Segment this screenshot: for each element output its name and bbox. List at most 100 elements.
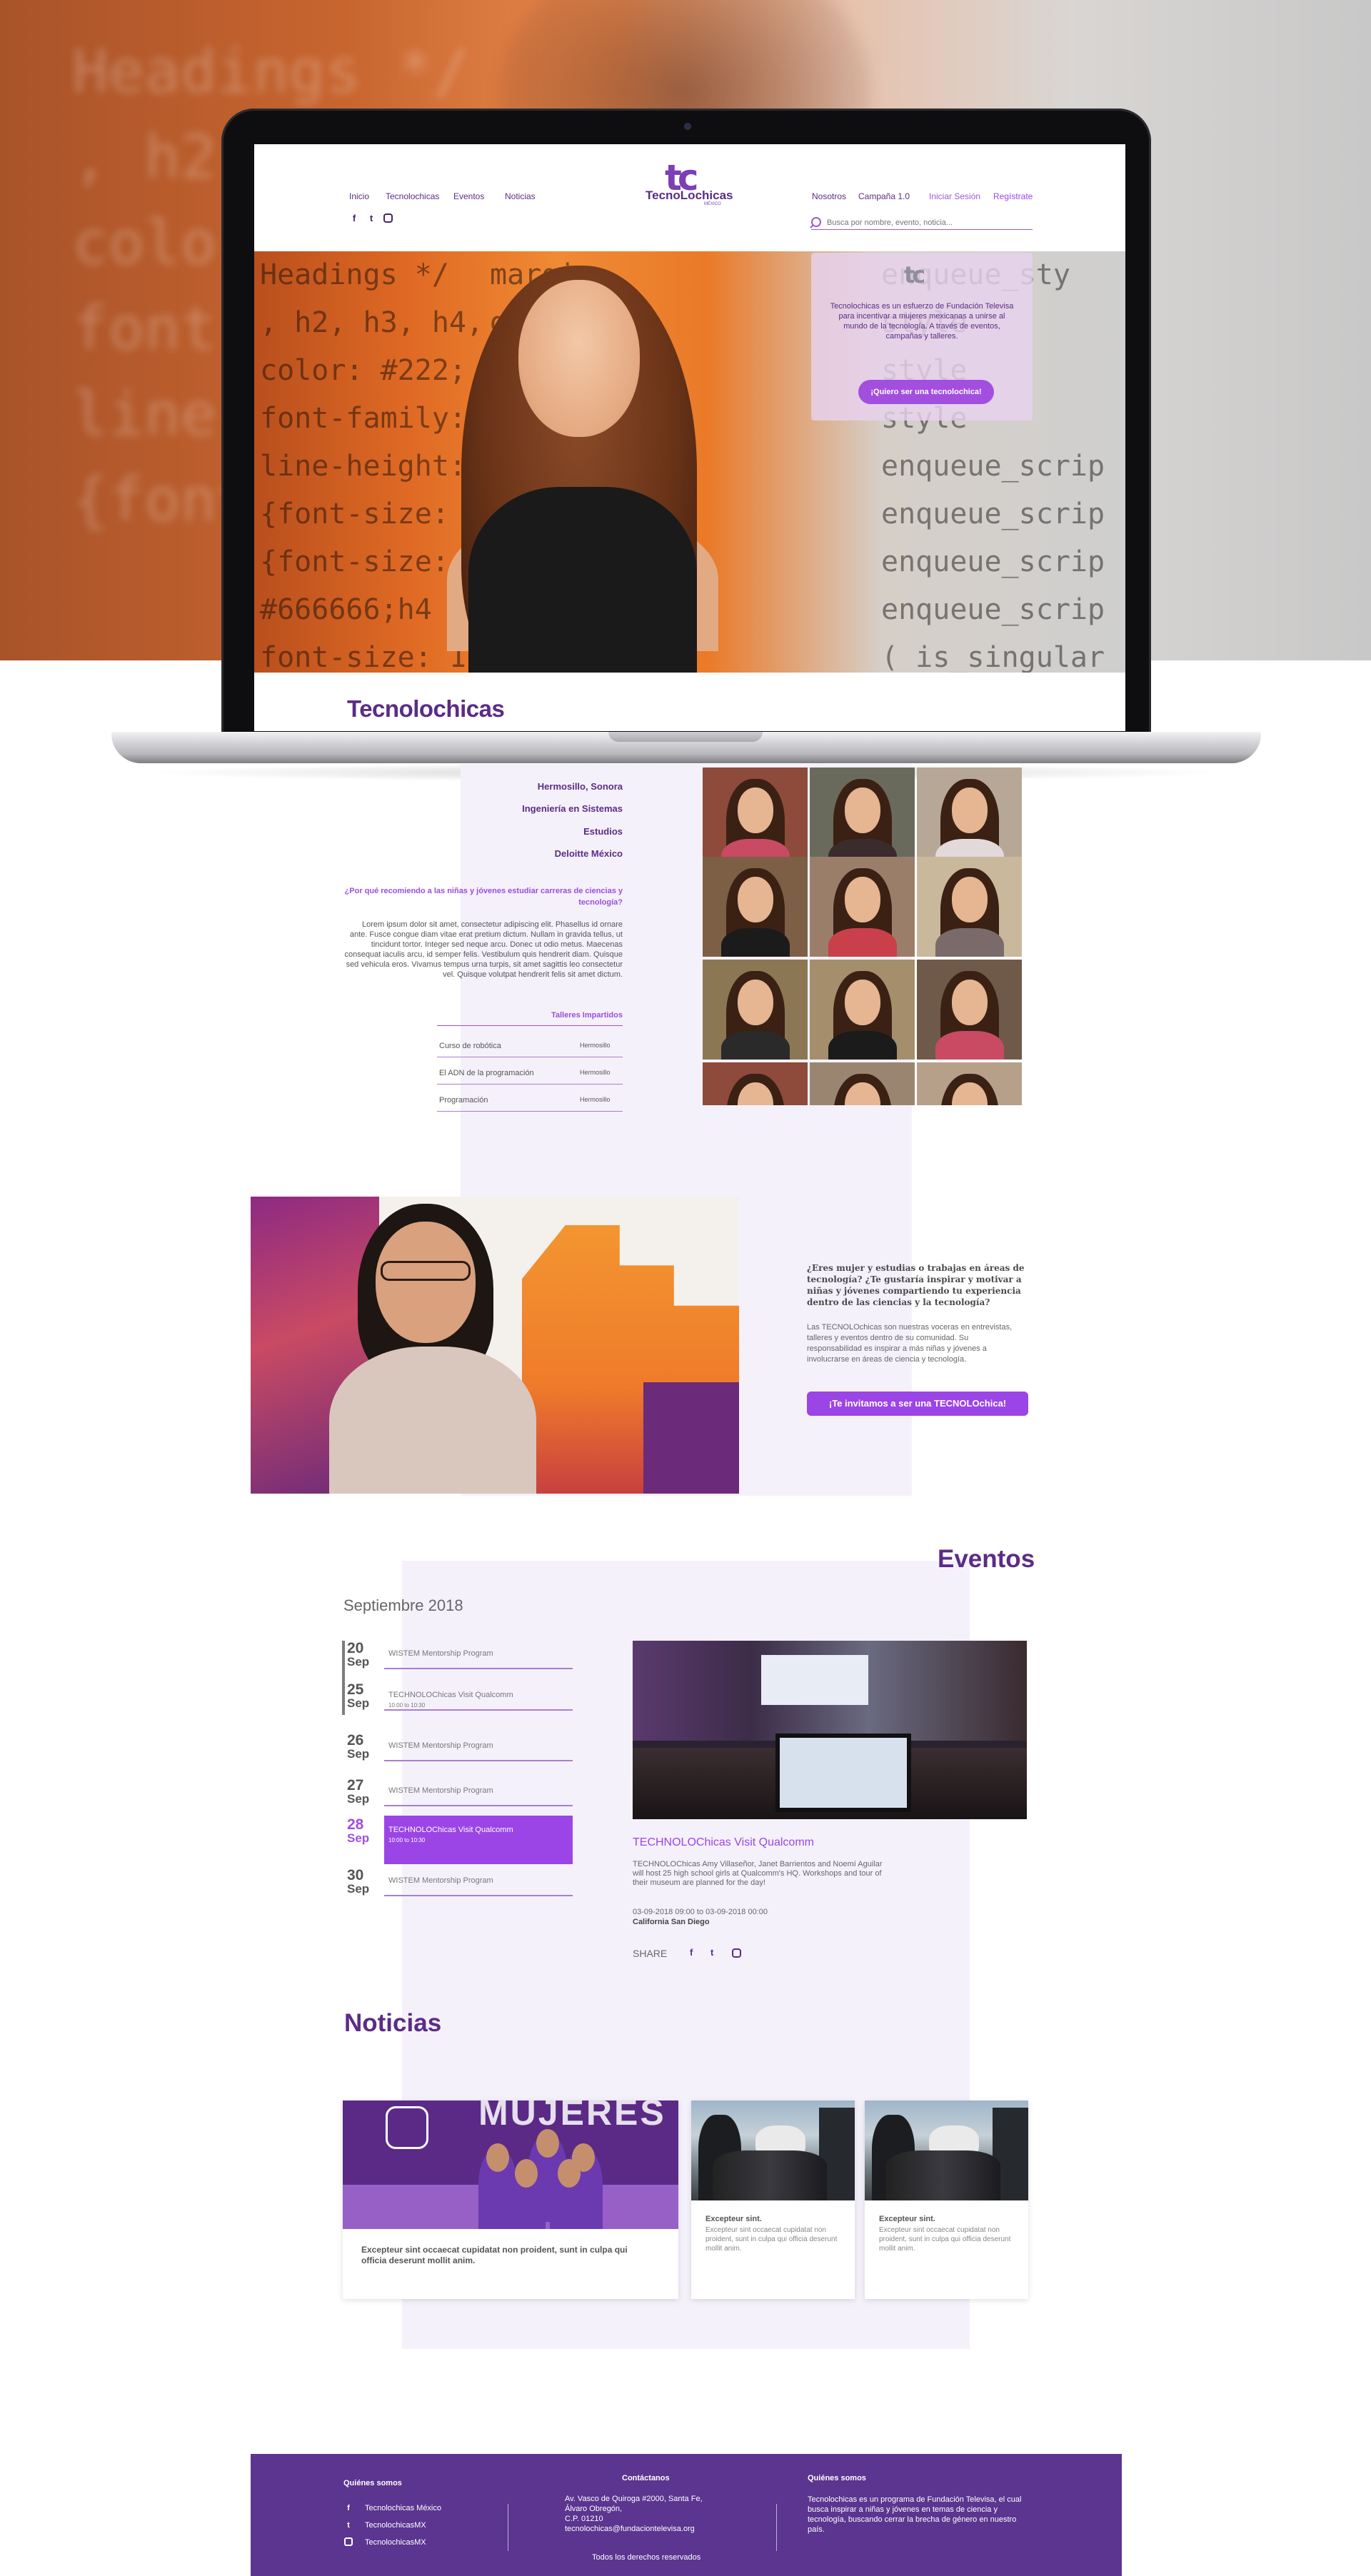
event-month: Sep [347, 1655, 370, 1669]
instagram-icon[interactable] [732, 1948, 741, 1958]
logo-wordmark[interactable]: TecnoLochicas [646, 188, 733, 203]
become-tecnolochica-button[interactable]: ¡Te invitamos a ser una TECNOLOchica! [807, 1392, 1028, 1416]
footer-address-3: C.P. 01210 [565, 2515, 603, 2523]
instagram-icon[interactable] [383, 213, 393, 223]
grid-photo[interactable] [810, 768, 915, 867]
search-bar [811, 216, 1033, 230]
grid-photo[interactable] [917, 768, 1022, 867]
event-item[interactable]: 20 Sep WISTEM Mentorship Program [347, 1641, 573, 1679]
footer-address-1: Av. Vasco de Quiroga #2000, Santa Fe, [565, 2495, 703, 2503]
nav-inicio[interactable]: Inicio [349, 191, 369, 201]
taller-city: Hermosillo [580, 1042, 611, 1049]
grid-photo[interactable] [917, 857, 1022, 957]
news-card-title: Excepteur sint. [705, 2215, 762, 2223]
event-day: 25 [347, 1681, 364, 1698]
taller-city: Hermosillo [580, 1096, 611, 1103]
footer-rights: Todos los derechos reservados [592, 2553, 701, 2562]
news-card-body: Excepteur sint occaecat cupidatat non pr… [705, 2226, 838, 2253]
share-label: SHARE [633, 1948, 668, 1959]
event-item[interactable]: 30 Sep WISTEM Mentorship Program [347, 1868, 573, 1906]
news-card-body: Excepteur sint occaecat cupidatat non pr… [879, 2226, 1011, 2253]
footer-email[interactable]: tecnolochicas@fundaciontelevisa.org [565, 2525, 695, 2533]
taller-city: Hermosillo [580, 1069, 611, 1076]
cta-text: Las TECNOLOchicas son nuestras voceras e… [807, 1323, 1013, 1364]
event-title: TECHNOLOChicas Visit Qualcomm [388, 1691, 513, 1699]
twitter-icon[interactable]: t [366, 213, 376, 223]
footer-about-title-2: Quiénes somos [808, 2474, 866, 2482]
laptop-screen: Inicio Tecnolochicas Eventos Noticias f … [254, 144, 1125, 731]
hero-card-logo: tc [904, 261, 925, 288]
grid-photo[interactable] [810, 1062, 915, 1105]
grid-photo[interactable] [703, 960, 808, 1060]
nav-noticias[interactable]: Noticias [505, 191, 536, 201]
news-card-title: Excepteur sint. [879, 2215, 935, 2223]
grid-photo[interactable] [810, 857, 915, 957]
news-card[interactable]: Excepteur sint. Excepteur sint occaecat … [865, 2100, 1028, 2299]
facebook-icon[interactable]: f [349, 213, 359, 223]
facebook-icon[interactable]: f [343, 2504, 353, 2512]
search-icon[interactable] [811, 217, 821, 227]
event-item[interactable]: 26 Sep WISTEM Mentorship Program [347, 1733, 573, 1771]
grid-photo[interactable] [703, 857, 808, 957]
event-item[interactable]: 27 Sep WISTEM Mentorship Program [347, 1778, 573, 1816]
twitter-icon[interactable]: t [710, 1947, 713, 1958]
news-card-featured[interactable]: MUJERES DE IMPACTO Excepteur sint occaec… [343, 2100, 678, 2299]
event-day: 28 [347, 1816, 364, 1833]
search-input[interactable] [827, 217, 1027, 228]
nav-nosotros[interactable]: Nosotros [812, 191, 846, 201]
footer-twitter-link[interactable]: TecnolochicasMX [365, 2521, 426, 2530]
footer-facebook-link[interactable]: Tecnolochicas México [365, 2504, 441, 2512]
event-month: Sep [347, 1882, 370, 1896]
profile-question: ¿Por qué recomiendo a las niñas y jóvene… [344, 887, 623, 907]
news-card[interactable]: Excepteur sint. Excepteur sint occaecat … [691, 2100, 855, 2299]
grid-photo[interactable] [703, 1062, 808, 1105]
grid-photo[interactable] [917, 1062, 1022, 1105]
facebook-icon[interactable]: f [690, 1947, 693, 1958]
grid-photo[interactable] [917, 960, 1022, 1060]
event-time: 10:00 to 10:30 [388, 1837, 426, 1843]
event-title: WISTEM Mentorship Program [388, 1876, 493, 1885]
news-banner-logo [386, 2106, 428, 2149]
hero-girl-face [518, 280, 640, 437]
event-month: Sep [347, 1831, 370, 1845]
grid-photo-face [952, 788, 988, 833]
grid-photo-shirt [721, 928, 790, 957]
event-day: 30 [347, 1867, 364, 1883]
footer-instagram-link[interactable]: TecnolochicasMX [365, 2538, 426, 2547]
news-person [550, 2159, 588, 2229]
event-title: WISTEM Mentorship Program [388, 1649, 493, 1658]
event-detail-date: 03-09-2018 09:00 to 03-09-2018 00:00 [633, 1908, 768, 1916]
event-item[interactable]: 28 Sep TECHNOLOChicas Visit Qualcomm 10:00 … [347, 1816, 573, 1864]
nav-eventos[interactable]: Eventos [453, 191, 484, 201]
taller-name: Programación [439, 1096, 488, 1105]
event-item[interactable]: 25 Sep TECHNOLOChicas Visit Qualcomm 10:00 … [347, 1682, 573, 1721]
nav-iniciar-sesion[interactable]: Iniciar Sesión [929, 191, 980, 201]
footer-about-text: Tecnolochicas es un programa de Fundació… [808, 2495, 1022, 2534]
twitter-icon[interactable]: t [343, 2521, 353, 2530]
instagram-icon[interactable] [344, 2537, 353, 2546]
grid-photo-face [738, 877, 773, 922]
profile-status: Estudios [583, 826, 623, 837]
events-timeline-bar [342, 1641, 345, 1715]
event-month: Sep [347, 1792, 370, 1806]
nav-tecnolochicas[interactable]: Tecnolochicas [386, 191, 439, 201]
nav-campana[interactable]: Campaña 1.0 [858, 191, 910, 201]
taller-row: Programación Hermosillo [437, 1085, 623, 1112]
grid-photo[interactable] [810, 960, 915, 1060]
grid-photo-face [738, 980, 773, 1025]
taller-row: El ADN de la programación Hermosillo [437, 1057, 623, 1085]
event-detail-title[interactable]: TECHNOLOChicas Visit Qualcomm [633, 1836, 814, 1849]
event-month: Sep [347, 1696, 370, 1710]
grid-photo-shirt [828, 1031, 897, 1060]
mentor-blouse [329, 1347, 536, 1494]
grid-photo-face [845, 980, 880, 1025]
profile-answer: Lorem ipsum dolor sit amet, consectetur … [344, 920, 623, 979]
nav-registrate[interactable]: Regístrate [993, 191, 1033, 201]
footer-address-2: Álvaro Obregón, [565, 2505, 623, 2513]
join-button[interactable]: ¡Quiero ser una tecnolochica! [858, 380, 994, 404]
mural-corner [643, 1382, 739, 1494]
footer-divider [776, 2504, 777, 2551]
grid-photo[interactable] [703, 768, 808, 867]
event-photo-monitor [775, 1734, 911, 1812]
footer-about-title: Quiénes somos [343, 2479, 402, 2487]
